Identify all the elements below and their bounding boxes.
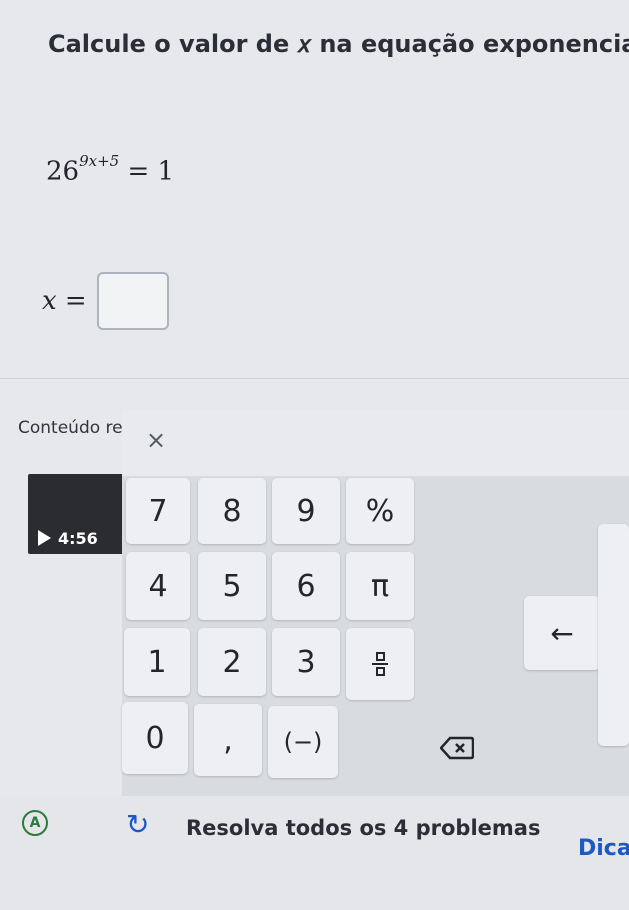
equation-exponent: 9x+5 [79, 152, 120, 170]
key-9[interactable]: 9 [272, 478, 340, 544]
answer-variable-label: x = [42, 286, 87, 316]
progress-text: Resolva todos os 4 problemas [186, 816, 541, 840]
arrow-left-key[interactable]: ← [524, 596, 600, 670]
arrow-right-key[interactable] [598, 524, 629, 746]
key-pi[interactable]: π [346, 552, 414, 620]
fraction-icon [372, 652, 388, 676]
video-thumbnail[interactable]: 4:56 [28, 474, 124, 554]
key-negative[interactable]: (−) [268, 706, 338, 778]
question-text: Calcule o valor de 𝑥 na equação exponenc… [48, 30, 629, 58]
key-fraction[interactable] [346, 628, 414, 700]
video-duration: 4:56 [58, 529, 98, 548]
reload-icon[interactable]: ↻ [126, 808, 149, 841]
equation-base: 26 [46, 156, 80, 187]
backspace-icon [439, 736, 475, 760]
equation: 269x+5 = 1 [46, 152, 175, 187]
key-5[interactable]: 5 [198, 552, 266, 620]
accessibility-badge-icon[interactable]: A [22, 810, 48, 836]
keypad-close-button[interactable]: × [146, 426, 166, 454]
hint-button[interactable]: Dica [578, 836, 629, 861]
key-8[interactable]: 8 [198, 478, 266, 544]
backspace-button[interactable] [439, 736, 475, 760]
key-comma[interactable]: , [194, 704, 262, 776]
key-1[interactable]: 1 [124, 628, 190, 696]
key-3[interactable]: 3 [272, 628, 340, 696]
key-4[interactable]: 4 [126, 552, 190, 620]
footer-bar [0, 796, 629, 910]
equation-rhs: = 1 [127, 156, 175, 187]
divider [0, 378, 629, 379]
answer-input[interactable] [96, 272, 169, 330]
keypad-header [122, 410, 629, 476]
related-content-label: Conteúdo re [18, 418, 123, 438]
key-0[interactable]: 0 [122, 702, 188, 774]
key-7[interactable]: 7 [126, 478, 190, 544]
key-6[interactable]: 6 [272, 552, 340, 620]
play-icon [38, 530, 51, 546]
answer-row: x = [42, 272, 169, 330]
key-2[interactable]: 2 [198, 628, 266, 696]
key-percent[interactable]: % [346, 478, 414, 544]
